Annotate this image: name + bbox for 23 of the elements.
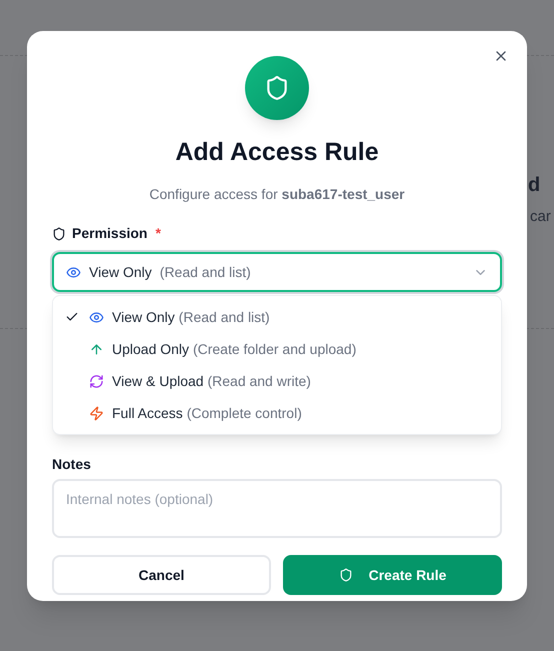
background-text: car: [530, 207, 551, 227]
dropdown-option[interactable]: View Only (Read and list): [53, 301, 501, 333]
permission-select[interactable]: View Only (Read and list): [52, 252, 502, 292]
dropdown-option[interactable]: View & Upload (Read and write): [53, 365, 501, 397]
eye-icon: [66, 264, 81, 280]
dropdown-option[interactable]: Upload Only (Create folder and upload): [53, 333, 501, 365]
shield-icon: [338, 568, 353, 582]
refresh-icon: [89, 374, 104, 388]
create-rule-button[interactable]: Create Rule: [283, 555, 502, 595]
dropdown-option[interactable]: Full Access (Complete control): [53, 397, 501, 429]
dialog-subtitle: Configure access for suba617-test_user: [148, 185, 406, 204]
field-label: Notes: [52, 455, 92, 474]
eye-icon: [89, 310, 104, 324]
background-text: d: [528, 173, 540, 198]
lightning-icon: [89, 406, 104, 420]
notes-field[interactable]: Internal notes (optional): [52, 479, 502, 538]
field-label: Permission: [72, 224, 148, 243]
dialog-title: Add Access Rule: [174, 137, 380, 167]
select-hint: (Read and list): [160, 262, 251, 282]
shield-icon: [52, 226, 66, 240]
cancel-button[interactable]: Cancel: [52, 555, 271, 595]
required-mark: *: [155, 224, 161, 243]
select-value: View Only: [89, 262, 152, 282]
